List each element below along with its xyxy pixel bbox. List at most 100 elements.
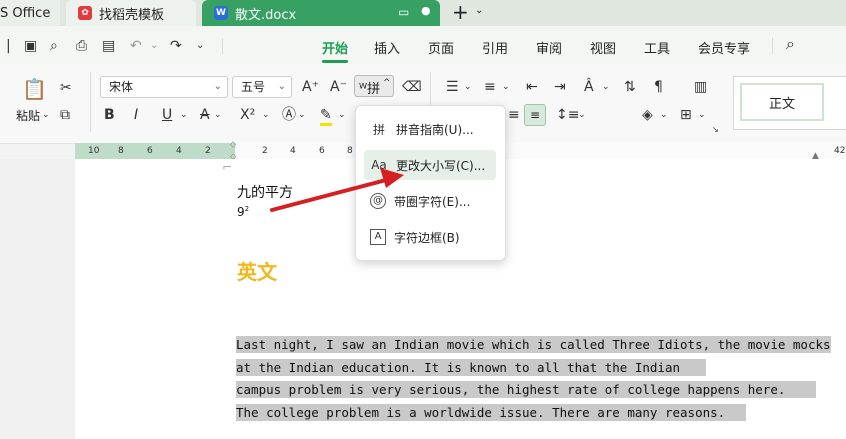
undo-icon[interactable]: ↶ xyxy=(130,38,142,54)
doc-heading: 英文 xyxy=(237,260,277,284)
effect-chevron-icon[interactable]: ⌄ xyxy=(298,107,306,123)
menu-item-character-border[interactable]: A 字符边框(B) xyxy=(364,222,496,252)
borders-icon[interactable]: ⊞ xyxy=(680,107,692,123)
doc-paragraph-line: campus problem is very serious, the high… xyxy=(236,381,816,398)
superscript-chevron-icon[interactable]: ⌄ xyxy=(262,107,270,123)
chevron-up-icon: ^ xyxy=(383,78,391,88)
cut-icon[interactable]: ✂ xyxy=(60,80,72,96)
tab-templates-label: 找稻壳模板 xyxy=(99,7,165,23)
menu-page[interactable]: 页面 xyxy=(428,38,454,57)
menu-item-change-case[interactable]: Aa 更改大小写(C)... xyxy=(364,150,496,180)
highlight-chevron-icon[interactable]: ⌄ xyxy=(338,107,346,123)
italic-icon[interactable]: I xyxy=(134,107,138,123)
menu-item-label: 带圈字符(E)... xyxy=(394,194,471,209)
layout-chevron-icon[interactable]: ⌄ xyxy=(602,79,610,95)
menu-item-enclosed-characters[interactable]: @ 带圈字符(E)... xyxy=(364,186,496,216)
menu-view[interactable]: 视图 xyxy=(590,38,616,57)
menu-references[interactable]: 引用 xyxy=(482,38,508,57)
template-logo-icon: ✿ xyxy=(78,6,92,20)
print-icon[interactable]: ⎙ xyxy=(76,38,87,54)
copy-icon[interactable]: ⧉ xyxy=(60,107,70,123)
line-spacing-icon[interactable]: ↕≡ xyxy=(556,107,579,123)
decrease-indent-icon[interactable]: ⇤ xyxy=(526,79,538,95)
bullet-list-icon[interactable]: ☰ xyxy=(446,79,459,95)
menu-item-label: 拼音指南(U)... xyxy=(396,122,474,137)
underline-chevron-icon[interactable]: ⌄ xyxy=(180,107,188,123)
underline-icon[interactable]: U xyxy=(162,107,172,123)
font-name-select[interactable]: 宋体 ⌄ xyxy=(100,76,228,98)
phonetic-guide-button[interactable]: ᵂ拼 ^ xyxy=(354,75,394,97)
font-name-value: 宋体 xyxy=(109,80,134,94)
ruler-number: 4 xyxy=(176,146,182,156)
chinese-layout-icon[interactable]: Â xyxy=(584,79,594,95)
save-icon[interactable]: ▣ xyxy=(24,38,37,54)
paste-chevron-icon[interactable]: ⌄ xyxy=(42,107,50,123)
borders-chevron-icon[interactable]: ⌄ xyxy=(698,107,706,123)
show-marks-icon[interactable]: ¶ xyxy=(654,79,663,95)
paragraph-settings-icon[interactable]: ↘ xyxy=(712,122,719,138)
chevron-down-icon: ⌄ xyxy=(277,81,286,92)
left-gutter xyxy=(0,159,75,439)
phonetic-icon: ᵂ拼 xyxy=(359,82,381,97)
distributed-icon[interactable]: ▥ xyxy=(694,79,707,95)
redo-icon[interactable]: ↷ xyxy=(170,38,182,54)
shading-icon[interactable]: ◈ xyxy=(642,107,653,123)
font-size-select[interactable]: 五号 ⌄ xyxy=(232,76,292,98)
search-icon[interactable]: ⌕ xyxy=(786,36,795,52)
strike-chevron-icon[interactable]: ⌄ xyxy=(214,107,222,123)
menu-item-phonetic-guide[interactable]: 拼 拼音指南(U)... xyxy=(364,114,496,144)
numbered-chevron-icon[interactable]: ⌄ xyxy=(502,79,510,95)
export-pdf-icon[interactable]: ⌕ xyxy=(50,38,58,54)
paste-icon[interactable]: 📋 xyxy=(22,78,47,100)
ruler-number: 8 xyxy=(118,146,124,156)
bold-icon[interactable]: B xyxy=(104,107,115,123)
change-case-icon: Aa xyxy=(371,158,387,172)
style-normal[interactable]: 正文 xyxy=(740,83,824,121)
ruler-number: 6 xyxy=(319,146,325,156)
menu-review[interactable]: 审阅 xyxy=(536,38,562,57)
menu-insert[interactable]: 插入 xyxy=(374,38,400,57)
tab-list-chevron-icon[interactable]: ⌄ xyxy=(475,5,483,16)
line-spacing-chevron-icon[interactable]: ⌄ xyxy=(578,107,586,123)
shading-chevron-icon[interactable]: ⌄ xyxy=(660,107,668,123)
divider xyxy=(90,72,91,132)
strikethrough-icon[interactable]: A xyxy=(200,107,210,123)
menu-tools[interactable]: 工具 xyxy=(644,38,670,57)
doc-line-2: 92 xyxy=(237,205,249,219)
numbered-list-icon[interactable]: ≡ xyxy=(484,79,496,95)
tab-office[interactable]: S Office xyxy=(0,0,60,26)
text-effect-icon[interactable]: Ⓐ xyxy=(282,107,296,123)
new-tab-plus-icon[interactable]: + xyxy=(452,1,469,23)
shrink-font-icon[interactable]: A⁻ xyxy=(330,79,347,95)
superscript-icon[interactable]: X² xyxy=(240,107,255,123)
ruler-number: 4 xyxy=(290,146,296,156)
align-left-icon[interactable]: ≡ xyxy=(508,107,520,123)
increase-indent-icon[interactable]: ⇥ xyxy=(554,79,566,95)
undo-chevron-icon[interactable]: ⌄ xyxy=(150,38,158,54)
clear-format-icon[interactable]: ⌫ xyxy=(402,79,422,95)
ruler-number: 10 xyxy=(88,146,100,156)
align-center-icon: ≡ xyxy=(529,108,541,122)
menu-membership[interactable]: 会员专享 xyxy=(698,38,750,57)
chevron-down-icon: ⌄ xyxy=(213,81,222,92)
style-gallery: 正文 xyxy=(733,76,846,130)
print-preview-icon[interactable]: ▤ xyxy=(102,38,115,54)
doc-line-1: 九的平方 xyxy=(237,185,293,201)
doc-paragraph-line: The college problem is a worldwide issue… xyxy=(236,404,746,421)
bullet-chevron-icon[interactable]: ⌄ xyxy=(464,79,472,95)
doc-paragraph-line: Last night, I saw an Indian movie which … xyxy=(236,336,831,353)
monitor-icon[interactable]: ▭ xyxy=(398,5,409,19)
indent-marker-icon[interactable]: ⬦ xyxy=(230,140,236,150)
ruler-number: 8 xyxy=(347,146,353,156)
paste-label[interactable]: 粘贴 xyxy=(16,107,40,124)
more-chevron-icon[interactable]: ⌄ xyxy=(196,38,204,54)
tab-document[interactable]: W 散文.docx ▭ ● xyxy=(202,0,440,26)
doc-line-2-base: 9 xyxy=(237,205,245,219)
grow-font-icon[interactable]: A⁺ xyxy=(302,79,319,95)
menu-home[interactable]: 开始 xyxy=(322,38,348,57)
menu-item-label: 更改大小写(C)... xyxy=(396,158,486,173)
highlight-icon[interactable]: ✎ xyxy=(320,107,332,126)
tab-templates[interactable]: ✿ 找稻壳模板 xyxy=(66,0,196,26)
align-center-button[interactable]: ≡ xyxy=(524,104,546,126)
sort-icon[interactable]: ⇅ xyxy=(624,79,636,95)
